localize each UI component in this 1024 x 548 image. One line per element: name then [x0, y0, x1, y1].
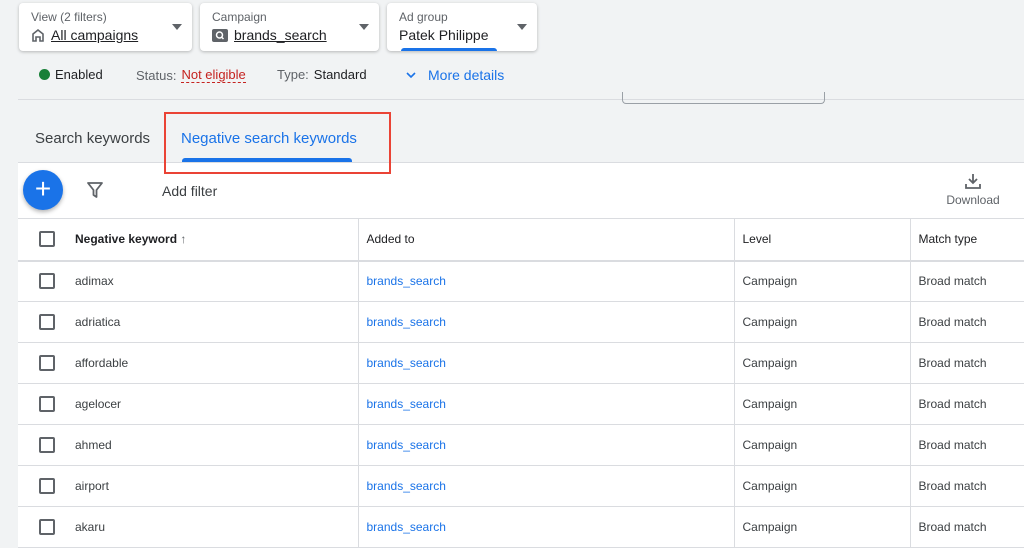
view-value: All campaigns	[51, 27, 139, 43]
row-checkbox[interactable]	[39, 314, 55, 330]
level-cell: Campaign	[733, 260, 910, 302]
view-label: View (2 filters)	[31, 10, 107, 24]
negative-keywords-table: Negative keyword ↑ Added to Level Match …	[18, 218, 1024, 548]
level-cell: Campaign	[733, 465, 910, 507]
added-to-link[interactable]: brands_search	[367, 479, 446, 493]
select-all-checkbox[interactable]	[39, 231, 55, 248]
level-cell: Campaign	[733, 506, 910, 548]
table-row: adriatica brands_search Campaign Broad m…	[18, 301, 1024, 343]
ad-group-label: Ad group	[399, 10, 448, 24]
header-added-to[interactable]: Added to	[357, 218, 734, 262]
chevron-down-icon	[517, 24, 527, 30]
keyword-cell: adimax	[75, 260, 358, 302]
added-to-link[interactable]: brands_search	[367, 274, 446, 288]
keyword-cell: affordable	[75, 342, 358, 384]
chevron-down-icon	[359, 24, 369, 30]
header-level[interactable]: Level	[733, 218, 910, 262]
ad-group-selector[interactable]: Ad group Patek Philippe	[387, 3, 537, 51]
status-value[interactable]: Not eligible	[181, 67, 246, 83]
keyword-cell: adriatica	[75, 301, 358, 343]
match-type-cell: Broad match	[909, 383, 1024, 425]
keyword-cell: agelocer	[75, 383, 358, 425]
add-button[interactable]: +	[23, 170, 63, 210]
ad-group-indicator	[401, 48, 497, 51]
status-label: Status:	[136, 67, 177, 83]
home-icon	[32, 28, 44, 42]
table-row: ahmed brands_search Campaign Broad match	[18, 424, 1024, 466]
row-checkbox[interactable]	[39, 519, 55, 535]
match-type-cell: Broad match	[909, 424, 1024, 466]
chevron-down-icon	[172, 24, 182, 30]
match-type-cell: Broad match	[909, 342, 1024, 384]
table-row: affordable brands_search Campaign Broad …	[18, 342, 1024, 384]
download-label: Download	[946, 193, 1000, 207]
plus-icon: +	[34, 173, 52, 204]
row-checkbox[interactable]	[39, 355, 55, 371]
added-to-link[interactable]: brands_search	[367, 397, 446, 411]
overlay-edge	[622, 92, 825, 104]
row-checkbox[interactable]	[39, 437, 55, 453]
header-negative-keyword[interactable]: Negative keyword ↑	[75, 218, 358, 262]
match-type-cell: Broad match	[909, 465, 1024, 507]
download-button[interactable]: Download	[945, 172, 1001, 207]
sort-arrow-up-icon: ↑	[180, 232, 187, 247]
campaign-value: brands_search	[234, 27, 327, 43]
row-checkbox[interactable]	[39, 478, 55, 494]
row-checkbox[interactable]	[39, 396, 55, 412]
campaign-selector[interactable]: Campaign brands_search	[200, 3, 379, 51]
enabled-status: Enabled	[39, 67, 103, 82]
keyword-cell: akaru	[75, 506, 358, 548]
enabled-dot-icon	[39, 69, 50, 80]
level-cell: Campaign	[733, 301, 910, 343]
add-filter-button[interactable]: Add filter	[162, 183, 217, 199]
level-cell: Campaign	[733, 424, 910, 466]
keyword-cell: airport	[75, 465, 358, 507]
match-type-cell: Broad match	[909, 506, 1024, 548]
type-label: Type:	[277, 67, 309, 82]
type-status: Type: Standard	[277, 67, 367, 82]
table-row: agelocer brands_search Campaign Broad ma…	[18, 383, 1024, 425]
header-match-type[interactable]: Match type	[909, 218, 1024, 262]
added-to-link[interactable]: brands_search	[367, 438, 446, 452]
match-type-cell: Broad match	[909, 260, 1024, 302]
table-row: akaru brands_search Campaign Broad match	[18, 506, 1024, 548]
added-to-link[interactable]: brands_search	[367, 356, 446, 370]
keyword-cell: ahmed	[75, 424, 358, 466]
enabled-text: Enabled	[55, 67, 103, 82]
ad-group-value: Patek Philippe	[399, 27, 489, 43]
header-label: Negative keyword	[75, 232, 178, 247]
eligibility-status: Status: Not eligible	[136, 67, 246, 83]
level-cell: Campaign	[733, 383, 910, 425]
table-row: adimax brands_search Campaign Broad matc…	[18, 260, 1024, 302]
table-row: airport brands_search Campaign Broad mat…	[18, 465, 1024, 507]
more-details-label: More details	[428, 67, 505, 83]
more-details-button[interactable]: More details	[406, 67, 504, 83]
level-cell: Campaign	[733, 342, 910, 384]
search-campaign-icon	[212, 28, 228, 42]
divider	[18, 99, 1024, 100]
download-icon	[965, 174, 981, 189]
row-checkbox[interactable]	[39, 273, 55, 290]
view-selector[interactable]: View (2 filters) All campaigns	[19, 3, 192, 51]
filter-icon[interactable]	[86, 181, 104, 199]
highlight-box	[164, 112, 391, 174]
added-to-link[interactable]: brands_search	[367, 520, 446, 534]
type-value: Standard	[313, 67, 367, 82]
table-header: Negative keyword ↑ Added to Level Match …	[18, 218, 1024, 262]
match-type-cell: Broad match	[909, 301, 1024, 343]
tab-search-keywords[interactable]: Search keywords	[35, 130, 150, 147]
added-to-link[interactable]: brands_search	[367, 315, 446, 329]
campaign-label: Campaign	[212, 10, 267, 24]
chevron-down-icon	[406, 71, 416, 78]
